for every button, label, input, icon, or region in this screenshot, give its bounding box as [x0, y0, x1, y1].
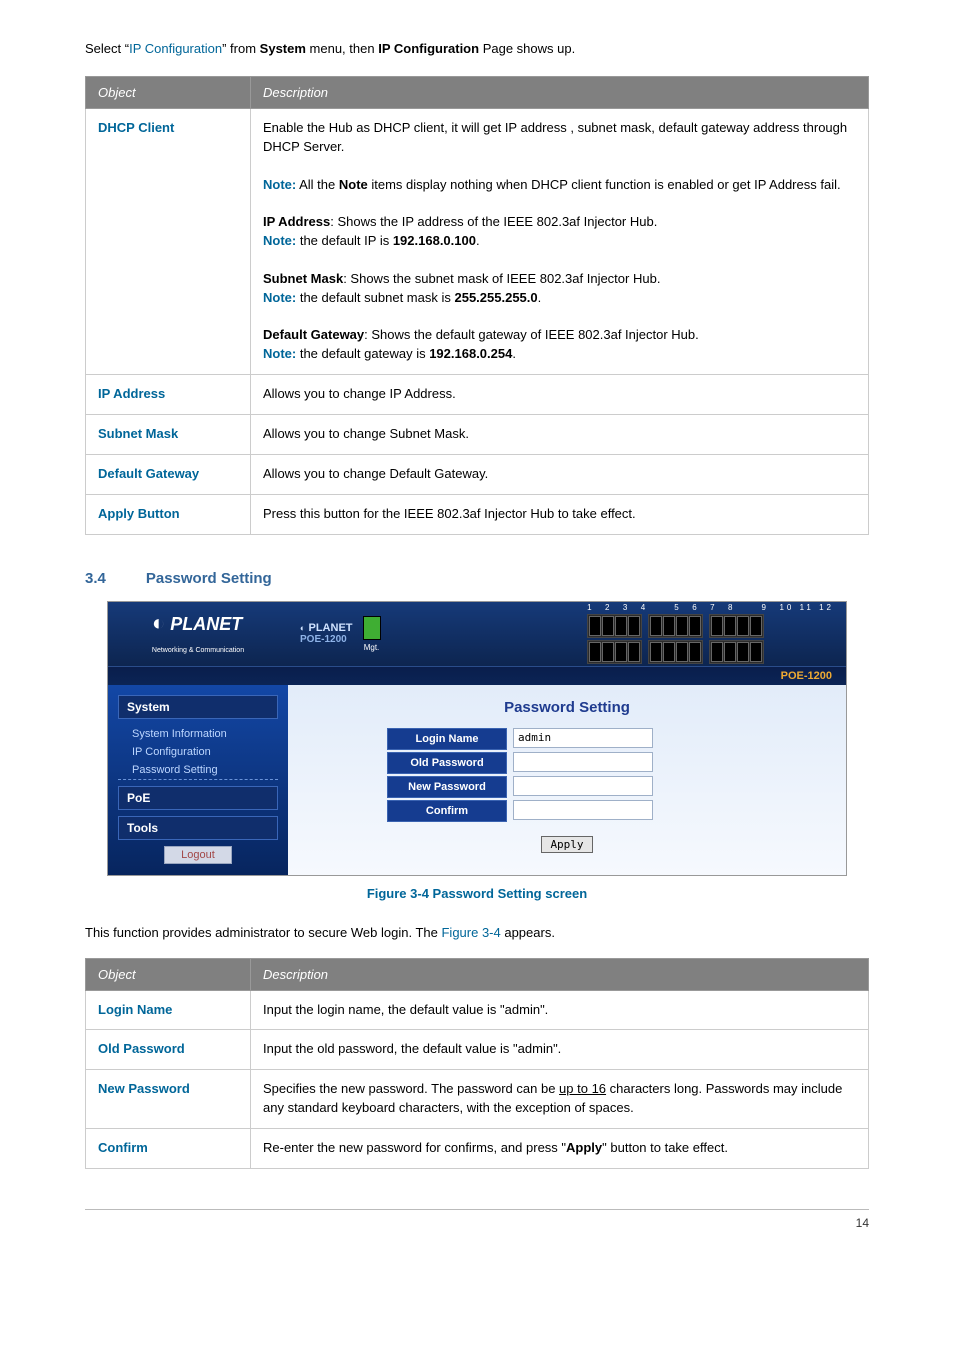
old-password-input[interactable]	[513, 752, 653, 772]
new-password-input[interactable]	[513, 776, 653, 796]
sidebar-section-tools[interactable]: Tools	[118, 816, 278, 840]
note-label: Note:	[263, 177, 296, 192]
login-name-label: Login Name	[387, 728, 507, 750]
link-ip-config[interactable]: IP Configuration	[129, 41, 222, 56]
table-row: Default Gateway Allows you to change Def…	[86, 454, 869, 494]
confirm-input[interactable]	[513, 800, 653, 820]
table-row: IP Address Allows you to change IP Addre…	[86, 375, 869, 415]
confirm-label: Confirm	[387, 800, 507, 822]
new-password-label: New Password	[387, 776, 507, 798]
sidebar-item-system-information[interactable]: System Information	[118, 725, 278, 743]
apply-button[interactable]: Apply	[541, 836, 592, 853]
cell-dhcp-client: DHCP Client	[86, 109, 251, 375]
sidebar-section-poe[interactable]: PoE	[118, 786, 278, 810]
sidebar-section-system[interactable]: System	[118, 695, 278, 719]
model-bar: POE-1200	[108, 666, 846, 685]
table-row: New Password Specifies the new password.…	[86, 1070, 869, 1129]
screenshot-password-setting: ◐ PLANET Networking & Communication ◐ PL…	[107, 601, 847, 876]
page-number: 14	[85, 1209, 869, 1230]
page-title: Password Setting	[310, 699, 824, 716]
table-row: Confirm Re-enter the new password for co…	[86, 1128, 869, 1168]
logout-button[interactable]: Logout	[164, 846, 232, 864]
sidebar-item-ip-configuration[interactable]: IP Configuration	[118, 743, 278, 761]
mgt-led-icon	[363, 616, 381, 640]
table-row: DHCP Client Enable the Hub as DHCP clien…	[86, 109, 869, 375]
password-setting-table: Object Description Login Name Input the …	[85, 958, 869, 1169]
table-row: Apply Button Press this button for the I…	[86, 494, 869, 534]
ip-config-table: Object Description DHCP Client Enable th…	[85, 76, 869, 534]
old-password-label: Old Password	[387, 752, 507, 774]
intro-text: Select “IP Configuration” from System me…	[85, 40, 869, 58]
th-object: Object	[86, 77, 251, 109]
figure-caption: Figure 3-4 Password Setting screen	[85, 886, 869, 901]
section-header: 3.4 Password Setting	[85, 570, 869, 587]
intro-paragraph-2: This function provides administrator to …	[85, 925, 869, 940]
sidebar: System System Information IP Configurati…	[108, 685, 288, 875]
sidebar-item-password-setting[interactable]: Password Setting	[118, 761, 278, 780]
port-panel: 1 2 3 4 5 6 7 8 9 10 11 12	[587, 603, 834, 664]
planet-logo: ◐ PLANET Networking & Communication	[108, 602, 288, 666]
table-row: Subnet Mask Allows you to change Subnet …	[86, 415, 869, 455]
table-row: Old Password Input the old password, the…	[86, 1030, 869, 1070]
table-row: Login Name Input the login name, the def…	[86, 990, 869, 1030]
th-description: Description	[251, 77, 869, 109]
login-name-input[interactable]	[513, 728, 653, 748]
